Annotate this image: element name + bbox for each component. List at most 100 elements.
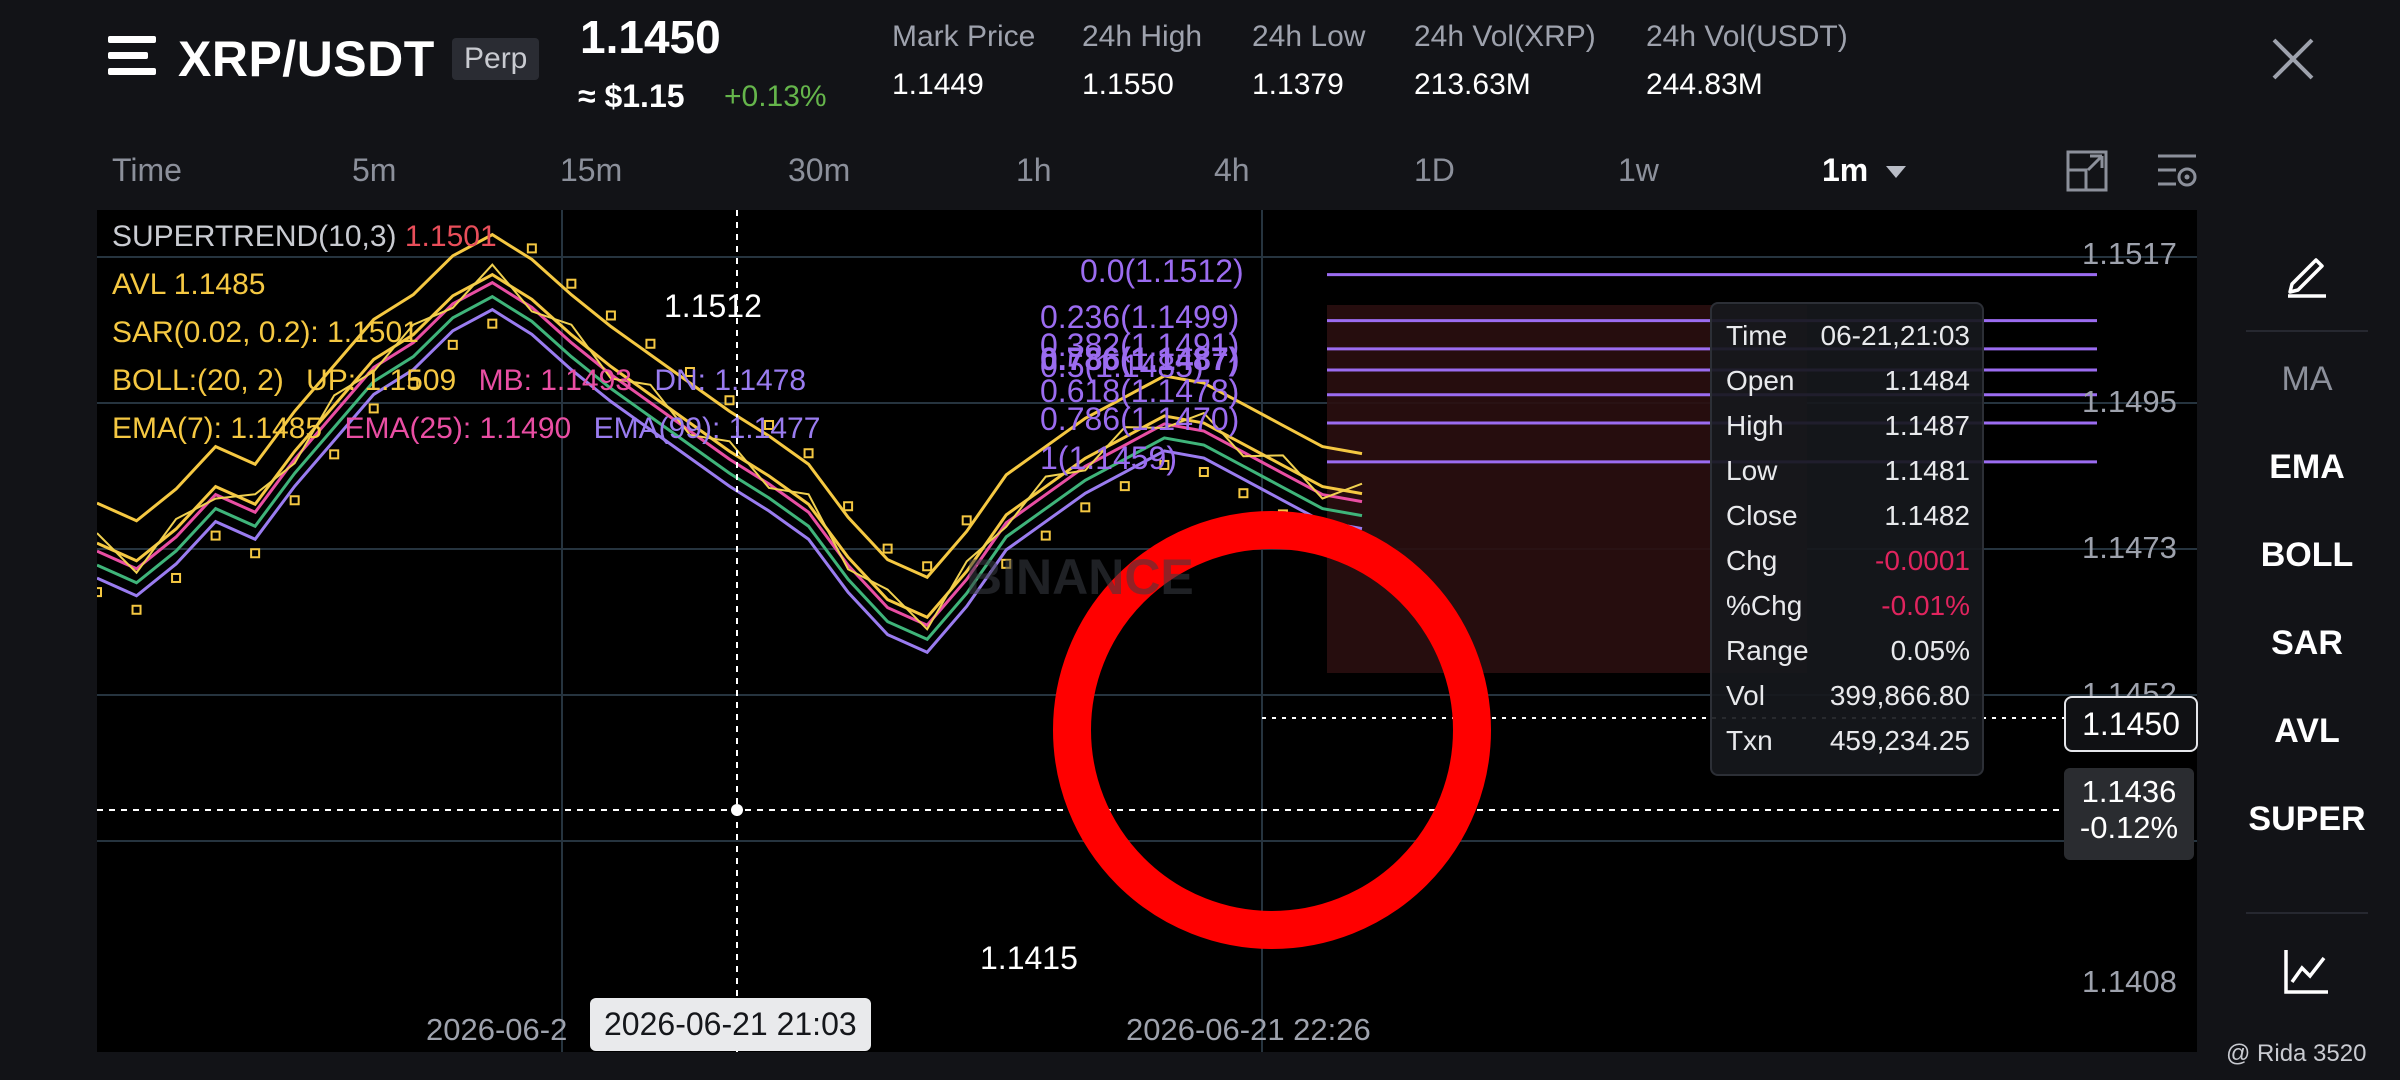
y-axis-label: 1.1495 [2082, 384, 2177, 419]
close-icon[interactable] [2268, 34, 2318, 84]
chevron-down-icon[interactable] [1886, 166, 1906, 178]
ema99-value: EMA(99): 1.1477 [593, 412, 821, 445]
sidebar-boll[interactable]: BOLL [2214, 536, 2400, 575]
sar-dot [566, 278, 577, 289]
indicator-sidebar: MA EMA BOLL SAR AVL SUPER [2214, 210, 2400, 1080]
sar-dot [210, 530, 221, 541]
crosshair-time-label: 2026-06-21 21:03 [590, 998, 871, 1051]
fullscreen-icon[interactable] [2064, 148, 2110, 194]
menu-icon[interactable] [108, 36, 156, 84]
fib-label: 1(1.1459) [1040, 439, 1177, 476]
tooltip-key: Range [1726, 635, 1809, 666]
sar-dot [1080, 502, 1091, 513]
sar-dot [487, 318, 498, 329]
vol-usdt-label: 24h Vol(USDT) [1646, 20, 1848, 53]
crosshair-pct: -0.12% [2079, 810, 2179, 845]
credit-watermark: @ Rida 3520 [2226, 1040, 2367, 1067]
tooltip-value: 459,234.25 [1829, 725, 1970, 756]
crosshair-price: 1.1436 [2081, 774, 2177, 809]
tooltip-value: 1.1487 [1884, 410, 1970, 441]
tooltip-key: High [1726, 410, 1784, 441]
interval-5m[interactable]: 5m [352, 152, 396, 189]
sar-dot [922, 561, 933, 572]
last-price: 1.1450 [580, 11, 721, 63]
boll-mb: MB: 1.1493 [478, 364, 632, 397]
ema7-value: EMA(7): 1.1485 [112, 412, 323, 445]
sar-dot [447, 339, 458, 350]
sar-dot [329, 449, 340, 460]
sar-dot [131, 604, 142, 615]
y-axis-label: 1.1517 [2082, 236, 2177, 271]
current-price-tag: 1.1450 [2064, 696, 2198, 752]
supertrend-label: SUPERTREND(10,3) [112, 220, 397, 253]
tooltip-key: Vol [1726, 680, 1765, 711]
line-chart-icon[interactable] [2282, 946, 2332, 996]
y-axis-label: 1.1408 [2082, 964, 2177, 999]
tooltip-value: -0.0001 [1875, 545, 1970, 576]
contract-badge: Perp [452, 38, 540, 80]
tooltip-key: Time [1726, 320, 1788, 351]
sar-dot [1119, 481, 1130, 492]
interval-time[interactable]: Time [112, 152, 182, 189]
sar-dot [803, 448, 814, 459]
tooltip-value: 1.1484 [1884, 365, 1970, 396]
ohlc-tooltip: Time 06-21,21:03 Open 1.1484 High 1.1487 Lo… [1710, 302, 1984, 776]
x-axis-label: 2026-06-21 22:26 [1126, 1012, 1371, 1047]
fib-overlap-label: 0.786(1.1487) [1040, 340, 1240, 377]
tooltip-value: 399,866.80 [1829, 680, 1970, 711]
interval-1h[interactable]: 1h [1016, 152, 1052, 189]
tooltip-key: Open [1726, 365, 1795, 396]
tooltip-value: 1.1481 [1884, 455, 1970, 486]
high-24h-value: 1.1550 [1082, 68, 1174, 101]
boll-dn: DN: 1.1478 [654, 364, 807, 397]
crosshair-dot [731, 804, 743, 816]
interval-1w[interactable]: 1w [1618, 152, 1659, 189]
sar-dot [171, 572, 182, 583]
sar-dot [1040, 530, 1051, 541]
interval-15m[interactable]: 15m [560, 152, 622, 189]
sar-indicator: SAR(0.02, 0.2): 1.1501 [112, 316, 419, 349]
low-24h-label: 24h Low [1252, 20, 1366, 53]
sidebar-sar[interactable]: SAR [2214, 624, 2400, 663]
sar-dot [605, 310, 616, 321]
boll-label: BOLL:(20, 2) [112, 364, 284, 397]
tooltip-value: 0.05% [1890, 635, 1970, 666]
sidebar-super[interactable]: SUPER [2214, 800, 2400, 839]
tooltip-value: 1.1482 [1884, 500, 1970, 531]
sar-dot [526, 243, 537, 254]
exchange-watermark: BINANCE [966, 549, 1194, 605]
mark-price-value: 1.1449 [892, 68, 984, 101]
tooltip-key: Low [1726, 455, 1778, 486]
sidebar-avl[interactable]: AVL [2214, 712, 2400, 751]
fib-label: 0.786(1.1470) [1040, 401, 1240, 437]
interval-4h[interactable]: 4h [1214, 152, 1250, 189]
interval-1m-selected[interactable]: 1m [1822, 152, 1868, 189]
tooltip-value: -0.01% [1881, 590, 1970, 621]
vol-xrp-label: 24h Vol(XRP) [1414, 20, 1596, 53]
low-marker: 1.1415 [980, 940, 1078, 976]
avl-indicator: AVL 1.1485 [112, 268, 266, 301]
tooltip-key: Chg [1726, 545, 1778, 576]
sar-dot [645, 338, 656, 349]
tooltip-key: Txn [1726, 725, 1773, 756]
usd-price: ≈ $1.15 [578, 78, 685, 114]
interval-1d[interactable]: 1D [1414, 152, 1455, 189]
sar-dot [961, 515, 972, 526]
fib-label: 0.0(1.1512) [1080, 252, 1244, 289]
interval-30m[interactable]: 30m [788, 152, 850, 189]
sar-dot [1198, 467, 1209, 478]
symbol-title[interactable]: XRP/USDT [178, 30, 435, 88]
low-24h-value: 1.1379 [1252, 68, 1344, 101]
sidebar-ma[interactable]: MA [2214, 360, 2400, 399]
ema25-value: EMA(25): 1.1490 [344, 412, 572, 445]
vol-usdt-value: 244.83M [1646, 68, 1763, 101]
pencil-icon[interactable] [2282, 248, 2332, 298]
high-24h-label: 24h High [1082, 20, 1203, 53]
price-change: +0.13% [724, 80, 827, 113]
chart-settings-icon[interactable] [2154, 148, 2200, 194]
tooltip-key: %Chg [1726, 590, 1803, 621]
y-axis-label: 1.1473 [2082, 530, 2177, 565]
x-axis-label: 2026-06-2 [426, 1012, 568, 1047]
sidebar-ema[interactable]: EMA [2214, 448, 2400, 487]
crosshair-price-tag: 1.1436 -0.12% [2064, 768, 2194, 860]
